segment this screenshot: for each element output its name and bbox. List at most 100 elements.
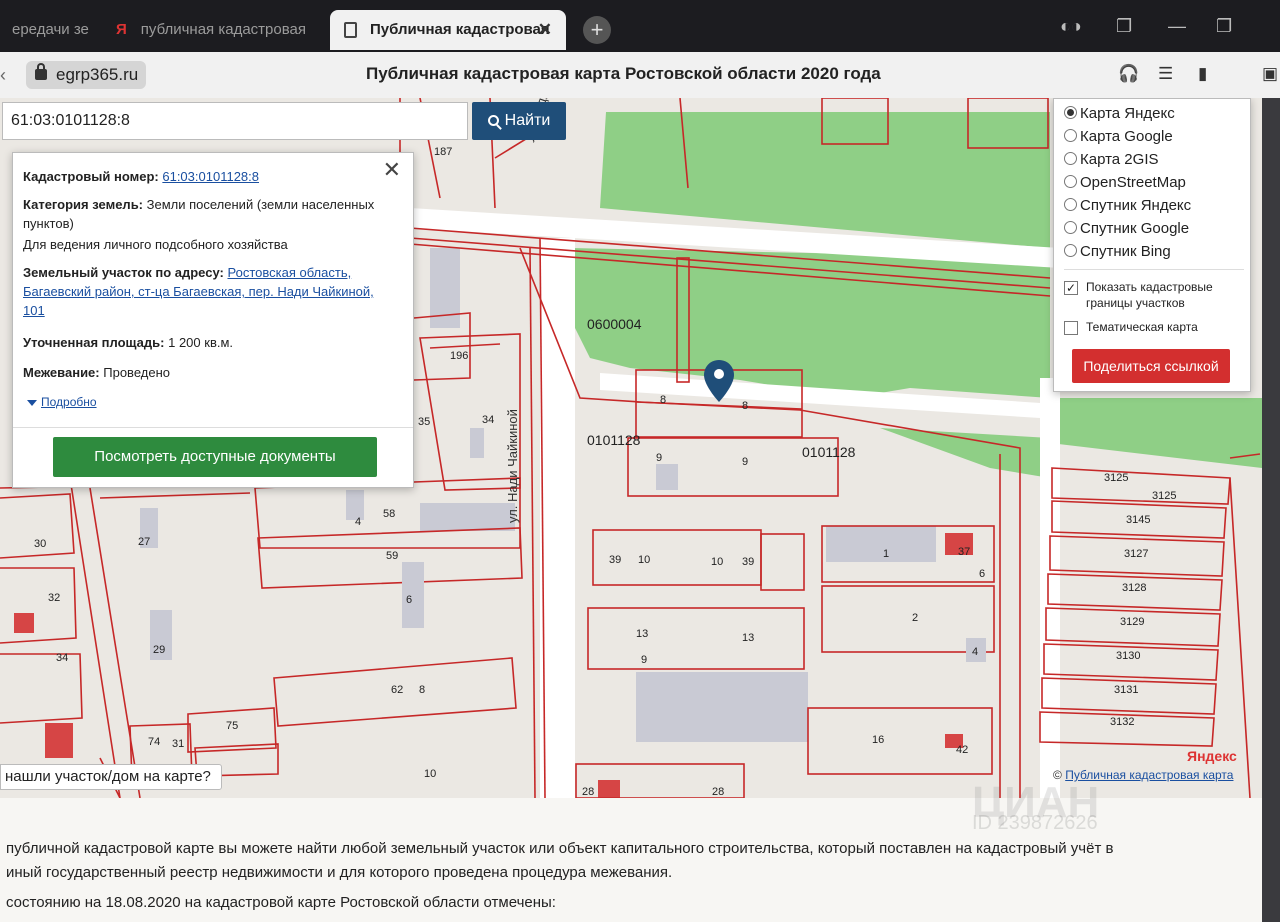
radio-icon xyxy=(1064,152,1077,165)
reader-icon[interactable]: ☰ xyxy=(1158,64,1173,84)
close-tab-icon[interactable]: ✕ xyxy=(538,10,552,50)
yandex-logo: Яндекс xyxy=(1187,748,1237,764)
extension-icon[interactable]: ▣ xyxy=(1262,64,1278,84)
document-icon xyxy=(344,22,357,38)
minimize-icon[interactable]: — xyxy=(1168,16,1186,37)
parcel-number: 4 xyxy=(972,646,979,658)
page-title: Публичная кадастровая карта Ростовской о… xyxy=(366,64,881,83)
parcel-number: 3128 xyxy=(1122,582,1147,594)
building xyxy=(420,503,515,531)
parcel-number: 10 xyxy=(638,554,651,566)
tab-1[interactable]: ередачи зе xyxy=(0,10,100,50)
parcel-number: 13 xyxy=(636,628,649,640)
parcel-number: 31 xyxy=(172,738,185,750)
checkbox-icon xyxy=(1064,321,1078,335)
parcel-number: 9 xyxy=(641,654,648,666)
parcel-number: 8 xyxy=(419,684,426,696)
usage-value: Для ведения личного подсобного хозяйства xyxy=(23,237,288,252)
parcel-number: 62 xyxy=(391,684,404,696)
tab-2[interactable]: Япубличная кадастровая xyxy=(104,10,326,50)
building xyxy=(598,780,620,798)
copy-icon[interactable]: ❐ xyxy=(1116,16,1132,37)
share-link-button[interactable]: Поделиться ссылкой xyxy=(1072,349,1230,383)
cadastral-search-input[interactable]: 61:03:0101128:8 xyxy=(2,102,468,140)
parcel-number: 3145 xyxy=(1126,514,1151,526)
cadastral-number-link[interactable]: 61:03:0101128:8 xyxy=(162,169,259,184)
map-layers-panel: Карта Яндекс Карта Google Карта 2GIS Ope… xyxy=(1053,98,1251,392)
parcel-number: 75 xyxy=(226,720,239,732)
category-label: Категория земель: xyxy=(23,197,144,212)
window-edge xyxy=(1262,98,1280,922)
back-icon[interactable]: ‹ xyxy=(0,65,6,86)
parcel-number: 74 xyxy=(148,736,161,748)
cadastral-map[interactable]: 0600004 0101128 0101128 ул. Нади Чайкино… xyxy=(0,98,1262,798)
survey-value: Проведено xyxy=(103,365,170,380)
new-tab-button[interactable]: + xyxy=(583,16,611,44)
parcel-number: 34 xyxy=(56,652,69,664)
parcel-info-popup: ✕ Кадастровый номер: 61:03:0101128:8 Кат… xyxy=(12,152,414,488)
layer-option-osm[interactable]: OpenStreetMap xyxy=(1064,172,1186,194)
location-marker-icon[interactable] xyxy=(704,360,734,402)
parcel-number: 28 xyxy=(712,786,725,798)
layer-option-google[interactable]: Карта Google xyxy=(1064,126,1173,148)
layer-option-bing-sat[interactable]: Спутник Bing xyxy=(1064,241,1171,263)
layer-option-2gis[interactable]: Карта 2GIS xyxy=(1064,149,1159,171)
search-icon xyxy=(487,115,499,126)
radio-icon xyxy=(1064,175,1077,188)
layer-option-google-sat[interactable]: Спутник Google xyxy=(1064,218,1189,240)
more-label: Подробно xyxy=(41,395,97,409)
layer-label: Спутник Bing xyxy=(1080,243,1171,260)
radio-icon xyxy=(1064,129,1077,142)
street-label: ул. Нади Чайкиной xyxy=(505,409,520,523)
more-details-link[interactable]: Подробно xyxy=(27,395,97,409)
thematic-map-checkbox[interactable]: Тематическая карта xyxy=(1064,319,1234,335)
parcel-number: 3127 xyxy=(1124,548,1149,560)
road xyxy=(1040,378,1060,798)
parcel-number: 3125 xyxy=(1104,472,1129,484)
parcel-number: 39 xyxy=(609,554,622,566)
address-bar: ‹ egrp365.ru Публичная кадастровая карта… xyxy=(0,52,1280,98)
parcel-number: 10 xyxy=(424,768,437,780)
show-borders-checkbox[interactable]: ✓ Показать кадастровые границы участков xyxy=(1064,279,1234,311)
parcel-number: 39 xyxy=(742,556,755,568)
restore-icon[interactable]: ❐ xyxy=(1216,16,1232,37)
url-field[interactable]: egrp365.ru xyxy=(26,61,147,89)
parcel-number: 4 xyxy=(355,516,362,528)
incognito-icon[interactable]: ◐◑ xyxy=(1060,16,1082,37)
radio-icon xyxy=(1064,198,1077,211)
survey-label: Межевание: xyxy=(23,365,100,380)
green-zone xyxy=(570,248,1050,398)
address-label: Земельный участок по адресу: xyxy=(23,265,224,280)
yandex-icon: Я xyxy=(116,21,127,38)
quarter-label: 0600004 xyxy=(587,316,642,332)
bookmark-icon[interactable]: ▮ xyxy=(1198,64,1207,84)
area-value: 1 200 кв.м. xyxy=(168,335,234,350)
quarter-label: 0101128 xyxy=(802,444,856,460)
parcel-number: 28 xyxy=(582,786,595,798)
tab-active[interactable]: Публичная кадастровая ✕ xyxy=(330,10,566,50)
search-button[interactable]: Найти xyxy=(472,102,566,140)
layer-option-yandex-sat[interactable]: Спутник Яндекс xyxy=(1064,195,1191,217)
view-documents-button[interactable]: Посмотреть доступные документы xyxy=(53,437,377,477)
layer-label: Карта Яндекс xyxy=(1080,105,1175,122)
tab-active-label: Публичная кадастровая xyxy=(370,21,550,38)
parcel-number: 37 xyxy=(958,546,971,558)
not-found-link[interactable]: нашли участок/дом на карте? xyxy=(0,764,222,790)
parcel-number: 1 xyxy=(883,548,890,560)
layer-label: Спутник Яндекс xyxy=(1080,197,1192,214)
parcel-number: 6 xyxy=(406,594,413,606)
building xyxy=(14,613,34,633)
headphones-icon[interactable]: 🎧 xyxy=(1118,64,1139,84)
layer-option-yandex[interactable]: Карта Яндекс xyxy=(1064,103,1175,125)
browser-window: { "browser": { "tabs": [ {"label": "еред… xyxy=(0,0,1280,922)
building xyxy=(636,672,808,742)
parcel-number: 3125 xyxy=(1152,490,1177,502)
parcel-number: 3130 xyxy=(1116,650,1141,662)
parcel-number: 16 xyxy=(872,734,885,746)
parcel-number: 30 xyxy=(34,538,47,550)
parcel-number: 8 xyxy=(742,400,749,412)
cadastral-label: Кадастровый номер: xyxy=(23,169,159,184)
parcel-number: 3131 xyxy=(1114,684,1139,696)
road xyxy=(540,238,575,798)
parcel-number: 187 xyxy=(434,146,453,158)
